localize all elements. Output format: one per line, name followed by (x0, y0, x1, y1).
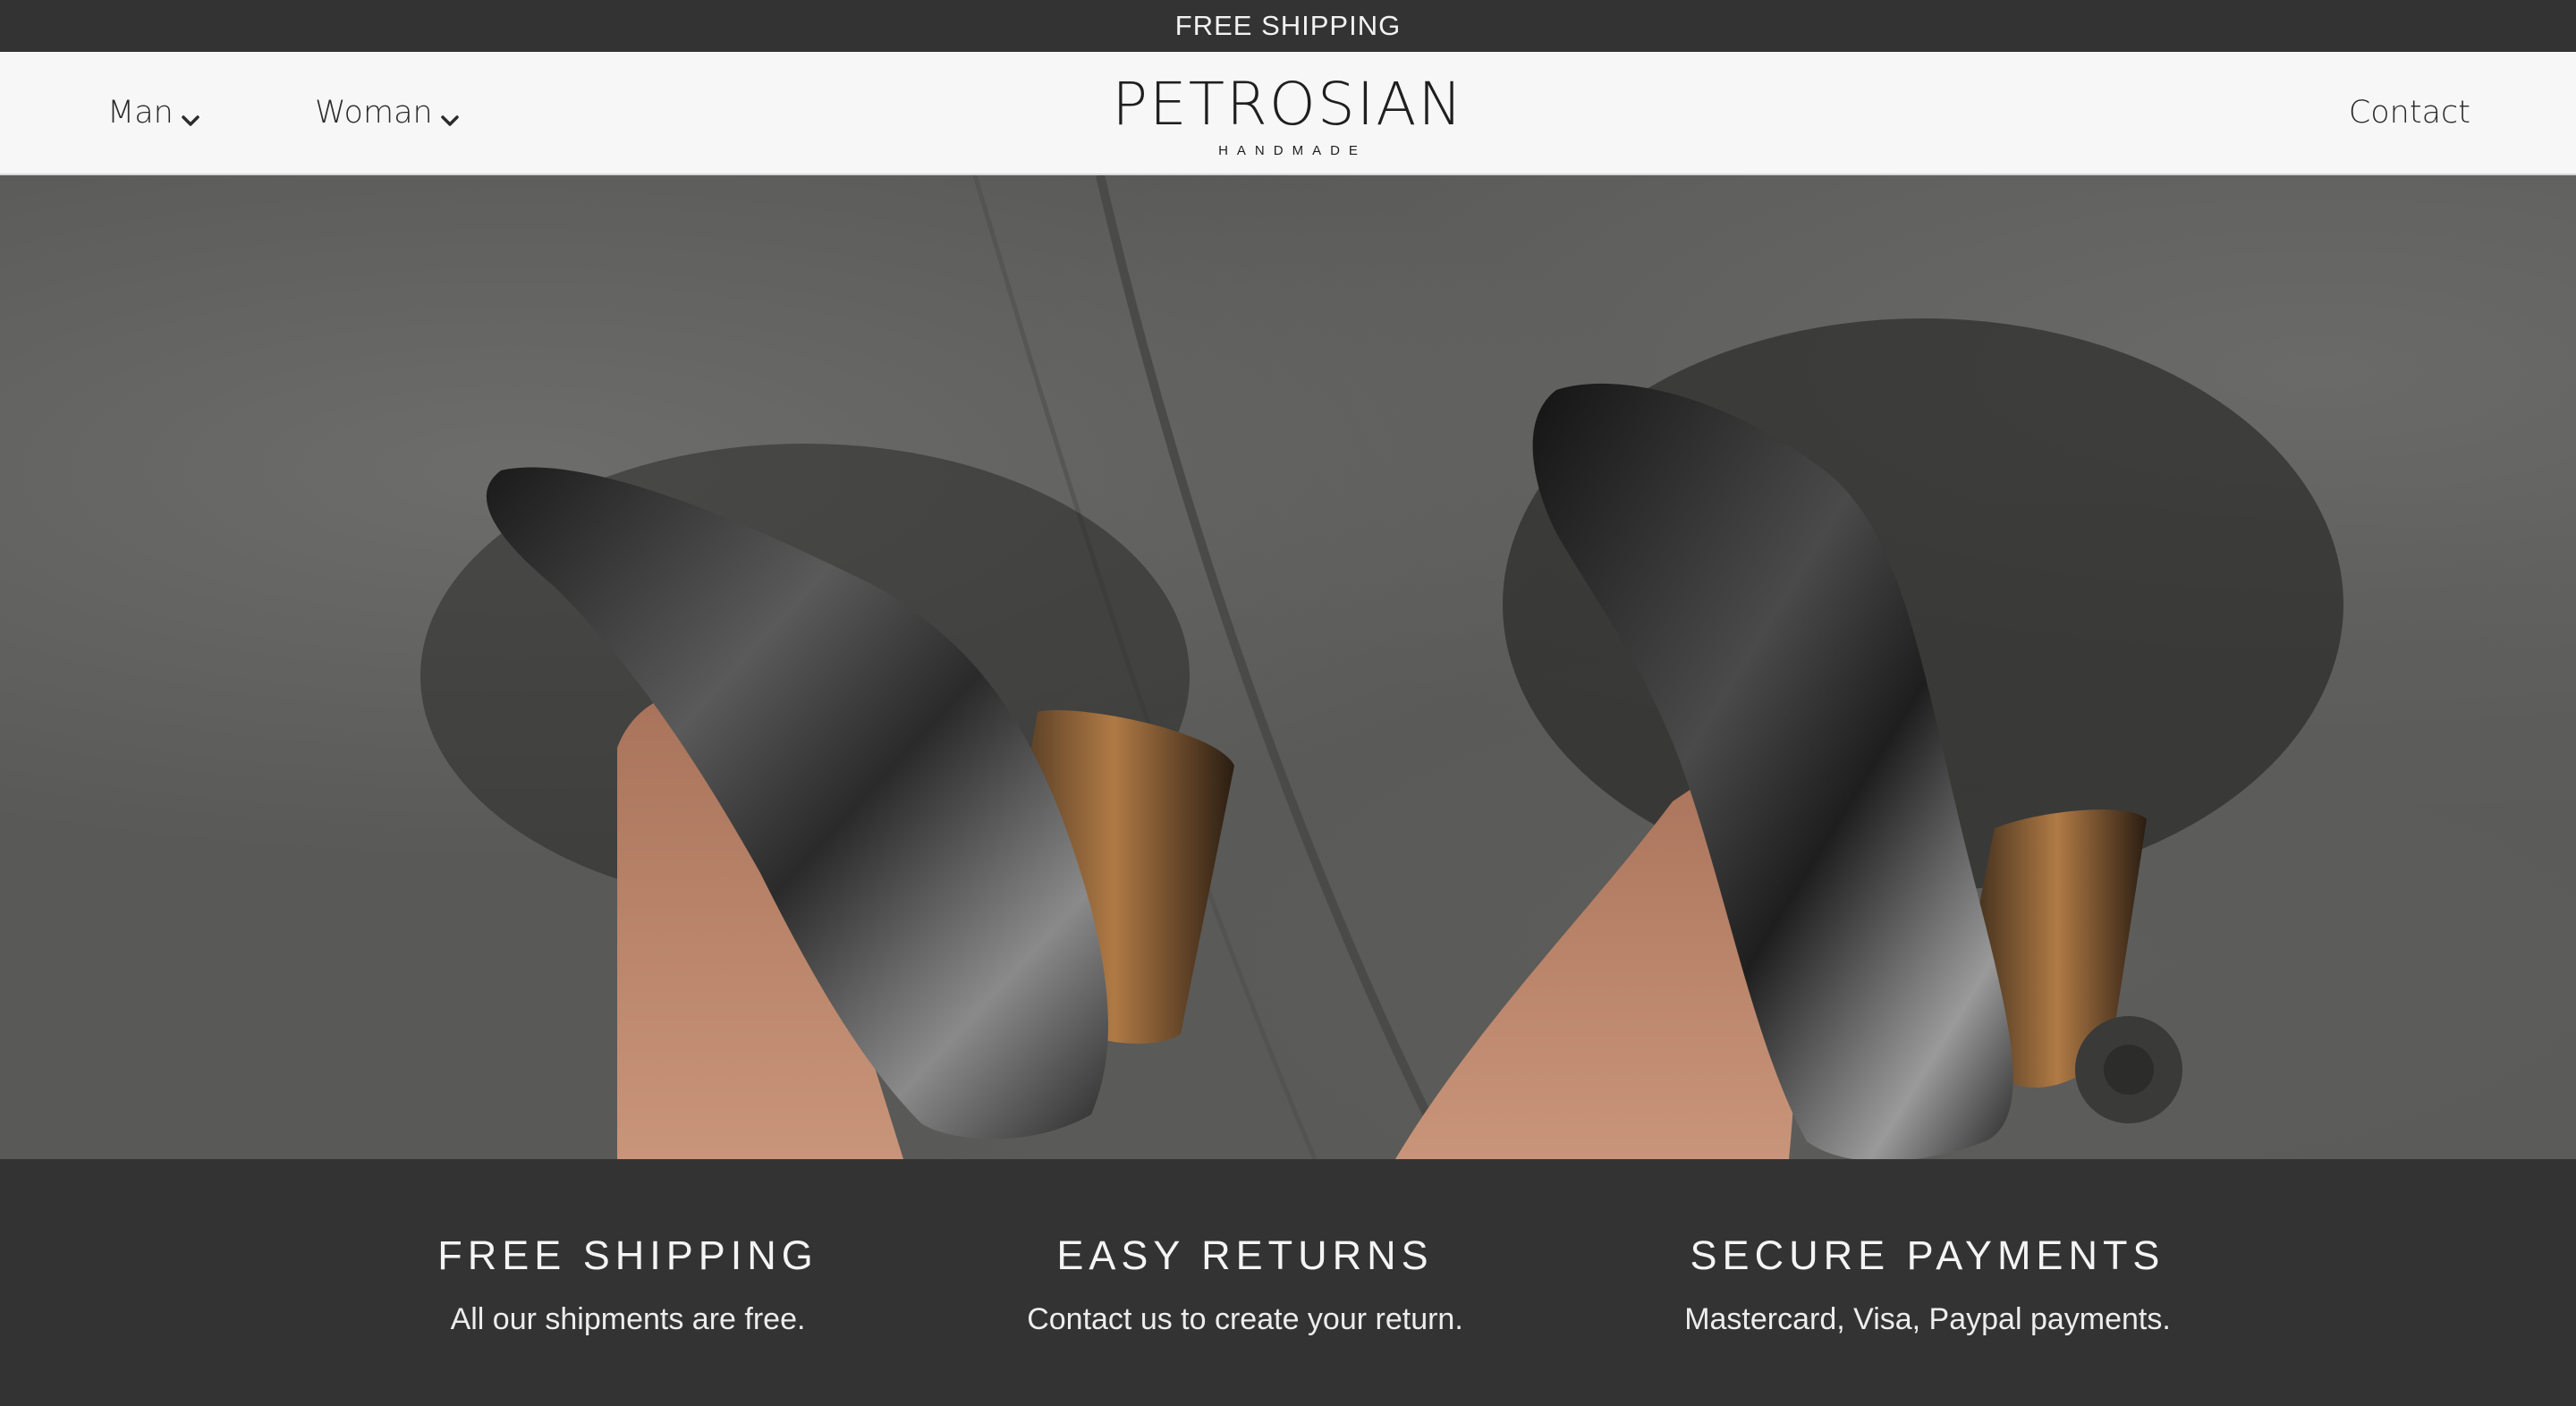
chevron-down-icon (181, 103, 200, 126)
site-header: Man Woman PETROSIAN HANDMADE Contact (0, 52, 2576, 175)
announcement-text: FREE SHIPPING (1174, 10, 1402, 41)
feature-title: FREE SHIPPING (437, 1232, 818, 1278)
hero-image[interactable] (0, 175, 2576, 1159)
feature-title: EASY RETURNS (1056, 1232, 1434, 1278)
nav-woman[interactable]: Woman (315, 52, 460, 174)
nav-woman-label: Woman (315, 95, 433, 131)
nav-man-label: Man (107, 95, 174, 131)
feature-easy-returns: EASY RETURNS Contact us to create your r… (968, 1159, 1522, 1337)
feature-description: Contact us to create your return. (1027, 1302, 1463, 1336)
logo-name: PETROSIAN (1112, 70, 1464, 139)
announcement-bar: FREE SHIPPING (0, 0, 2576, 52)
site-logo[interactable]: PETROSIAN HANDMADE (1112, 70, 1464, 159)
nav-contact[interactable]: Contact (2349, 52, 2470, 174)
logo-tagline: HANDMADE (1218, 143, 1367, 158)
feature-description: Mastercard, Visa, Paypal payments. (1684, 1302, 2171, 1336)
nav-contact-label: Contact (2348, 95, 2470, 131)
nav-man[interactable]: Man (107, 52, 200, 174)
feature-description: All our shipments are free. (450, 1302, 806, 1336)
feature-free-shipping: FREE SHIPPING All our shipments are free… (351, 1159, 905, 1337)
feature-title: SECURE PAYMENTS (1690, 1232, 2165, 1278)
chevron-down-icon (440, 103, 460, 126)
features-strip: FREE SHIPPING All our shipments are free… (0, 1159, 2576, 1406)
hero-illustration (420, 175, 2343, 1159)
feature-secure-payments: SECURE PAYMENTS Mastercard, Visa, Paypal… (1650, 1159, 2205, 1337)
